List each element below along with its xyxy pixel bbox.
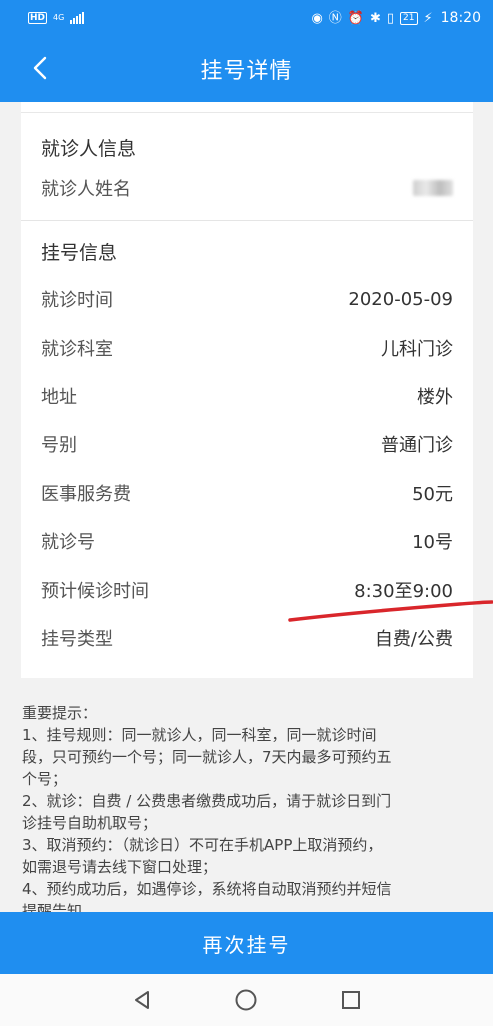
clock: 18:20 bbox=[440, 10, 481, 26]
row-value: 儿科门诊 bbox=[381, 339, 453, 360]
section-divider bbox=[21, 220, 473, 221]
vibrate-icon: ▯ bbox=[386, 10, 395, 26]
nav-home-button[interactable] bbox=[228, 982, 264, 1018]
department-row: 就诊科室 儿科门诊 bbox=[41, 334, 453, 362]
row-value: 2020-05-09 bbox=[348, 288, 453, 310]
queue-number-row: 就诊号 10号 bbox=[41, 527, 453, 555]
rebook-button[interactable]: 再次挂号 bbox=[0, 912, 493, 974]
alarm-icon: ⏰ bbox=[347, 10, 364, 26]
important-notice: 重要提示： 1、挂号规则：同一就诊人，同一科室，同一就诊时间 段，只可预约一个号… bbox=[22, 702, 472, 922]
row-label: 号别 bbox=[41, 435, 77, 456]
service-fee-row: 医事服务费 50元 bbox=[41, 479, 453, 507]
detail-card: 就诊人信息 就诊人姓名 挂号信息 就诊时间 2020-05-09 就诊科室 儿科… bbox=[21, 102, 473, 678]
row-label: 就诊号 bbox=[41, 532, 95, 553]
patient-name-row: 就诊人姓名 bbox=[41, 174, 453, 202]
card-top-divider bbox=[21, 112, 473, 113]
bluetooth-icon: ✱ bbox=[369, 10, 381, 26]
notice-title: 重要提示： bbox=[22, 704, 98, 722]
network-type: 4G bbox=[53, 13, 65, 22]
row-label: 挂号类型 bbox=[41, 629, 113, 650]
address-row: 地址 楼外 bbox=[41, 382, 453, 410]
status-bar: HD 4G ◉ Ⓝ ⏰ ✱ ▯ 21 ⚡ 18:20 bbox=[0, 0, 493, 36]
visit-date-row: 就诊时间 2020-05-09 bbox=[41, 285, 453, 313]
row-value: 楼外 bbox=[417, 387, 453, 408]
nav-recents-button[interactable] bbox=[333, 982, 369, 1018]
row-label: 医事服务费 bbox=[41, 484, 131, 505]
registration-type-row: 挂号类型 自费/公费 bbox=[41, 624, 453, 652]
patient-name-label: 就诊人姓名 bbox=[41, 179, 131, 200]
row-value: 8:30至9:00 bbox=[354, 581, 453, 602]
row-label: 地址 bbox=[41, 387, 77, 408]
nav-back-button[interactable] bbox=[124, 982, 160, 1018]
notice-line: 1、挂号规则：同一就诊人，同一科室，同一就诊时间 bbox=[22, 726, 377, 744]
signal-icon bbox=[70, 12, 85, 24]
circle-home-icon bbox=[235, 989, 257, 1011]
row-label: 就诊时间 bbox=[41, 290, 113, 311]
row-value: 普通门诊 bbox=[381, 435, 453, 456]
patient-section-title: 就诊人信息 bbox=[41, 138, 137, 160]
square-recents-icon bbox=[341, 991, 360, 1009]
row-value: 自费/公费 bbox=[374, 629, 453, 650]
back-button[interactable] bbox=[22, 50, 58, 86]
notice-line: 诊挂号自助机取号； bbox=[22, 814, 158, 832]
patient-name-redacted bbox=[413, 180, 453, 196]
screen: HD 4G ◉ Ⓝ ⏰ ✱ ▯ 21 ⚡ 18:20 挂号详情 就诊人信息 就诊… bbox=[0, 0, 493, 1026]
status-left: HD 4G bbox=[28, 12, 85, 24]
notice-line: 2、就诊：自费 / 公费患者缴费成功后，请于就诊日到门 bbox=[22, 792, 392, 810]
notice-line: 如需退号请去线下窗口处理； bbox=[22, 858, 218, 876]
battery-icon: 21 bbox=[400, 11, 418, 25]
clinic-type-row: 号别 普通门诊 bbox=[41, 430, 453, 458]
triangle-back-icon bbox=[135, 991, 150, 1009]
row-label: 就诊科室 bbox=[41, 339, 113, 360]
chevron-left-icon bbox=[33, 56, 47, 80]
row-label: 预计候诊时间 bbox=[41, 581, 149, 602]
notice-line: 4、预约成功后，如遇停诊，系统将自动取消预约并短信 bbox=[22, 880, 392, 898]
charging-icon: ⚡ bbox=[423, 10, 433, 26]
notice-line: 3、取消预约：（就诊日）不可在手机APP上取消预约， bbox=[22, 836, 383, 854]
status-right: ◉ Ⓝ ⏰ ✱ ▯ 21 ⚡ 18:20 bbox=[311, 10, 481, 26]
row-value: 10号 bbox=[412, 532, 453, 553]
estimated-wait-row: 预计候诊时间 8:30至9:00 bbox=[41, 576, 453, 604]
hd-badge: HD bbox=[28, 12, 48, 24]
system-nav-bar bbox=[0, 974, 493, 1026]
registration-section-title: 挂号信息 bbox=[41, 242, 118, 264]
notice-line: 个号； bbox=[22, 770, 68, 788]
row-value: 50元 bbox=[412, 484, 453, 505]
eye-icon: ◉ bbox=[311, 10, 323, 26]
page-title: 挂号详情 bbox=[200, 59, 293, 84]
nfc-icon: Ⓝ bbox=[328, 10, 342, 26]
app-header: 挂号详情 bbox=[0, 36, 493, 102]
notice-line: 段，只可预约一个号；同一就诊人，7天内最多可预约五 bbox=[22, 748, 392, 766]
